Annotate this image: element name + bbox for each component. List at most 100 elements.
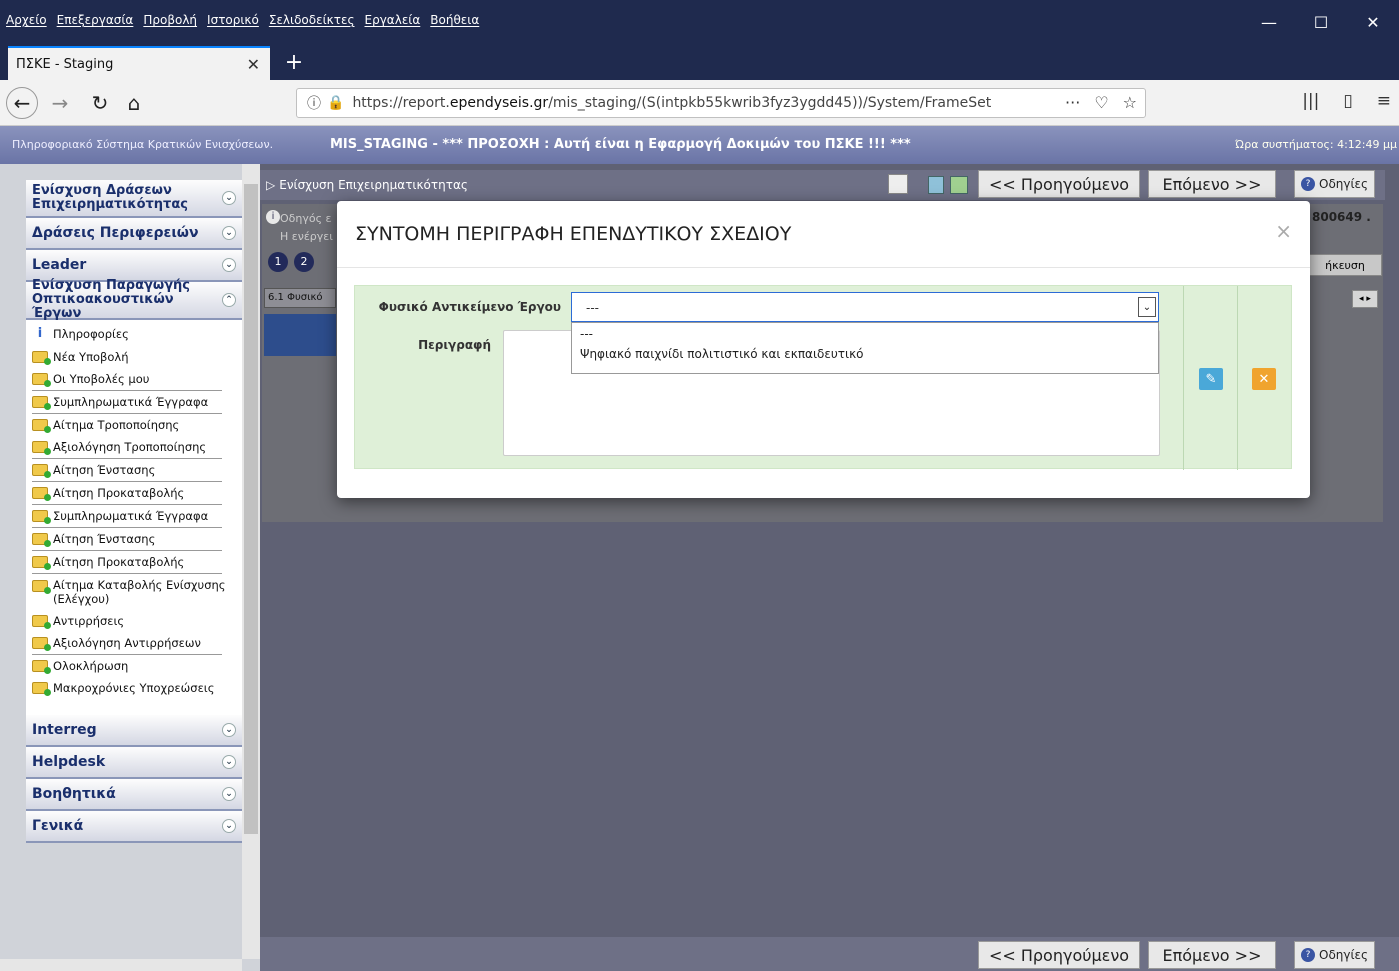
menu-view[interactable]: Προβολή (143, 13, 197, 27)
menu-edit[interactable]: Επεξεργασία (57, 13, 134, 27)
sidebar-item-advance-2[interactable]: Αίτηση Προκαταβολής (26, 551, 242, 573)
prev-button-bottom[interactable]: << Προηγούμενο (978, 941, 1140, 969)
reload-icon[interactable]: ↻ (84, 87, 116, 119)
sidebar-item-payment-request[interactable]: Αίτημα Καταβολής Ενίσχυσης (Ελέγχου) (26, 574, 242, 610)
sidebar-item-modification-request[interactable]: Αίτημα Τροποποίησης (26, 414, 242, 436)
modal-dialog: ΣΥΝΤΟΜΗ ΠΕΡΙΓΡΑΦΗ ΕΠΕΝΔΥΤΙΚΟΥ ΣΧΕΔΙΟΥ × … (337, 201, 1310, 498)
url-bar[interactable]: ⓘ 🔒 https://report. ependyseis.gr/mis_sta… (296, 88, 1146, 118)
sidebar-section-epixeirimatikotita[interactable]: Ενίσχυση Δράσεων Επιχειρηματικότητας ⌄ (26, 180, 242, 218)
cancel-icon[interactable]: ✕ (1252, 368, 1276, 390)
home-icon[interactable]: ⌂ (118, 87, 150, 119)
sidebar-section-interreg[interactable]: Interreg ⌄ (26, 715, 242, 747)
menu-tools[interactable]: Εργαλεία (365, 13, 421, 27)
info-icon[interactable]: ⓘ (307, 93, 321, 113)
folder-icon (32, 487, 51, 501)
folder-icon (32, 419, 51, 433)
sidebar-horizontal-scrollbar[interactable] (0, 959, 242, 971)
sidebar-item-modification-evaluation[interactable]: Αξιολόγηση Τροποποίησης (26, 436, 242, 458)
sidebar-divider (26, 504, 242, 505)
menu-icon[interactable]: ≡ (1377, 91, 1391, 111)
folder-icon (32, 580, 51, 594)
modal-title: ΣΥΝΤΟΜΗ ΠΕΡΙΓΡΑΦΗ ΕΠΕΝΔΥΤΙΚΟΥ ΣΧΕΔΙΟΥ (355, 223, 792, 245)
more-actions-icon[interactable]: ··· (1065, 93, 1080, 112)
step-1-icon[interactable]: 1 (268, 252, 288, 272)
section-tab-fragment-label: 6.1 Φυσικό (268, 292, 323, 303)
menu-history[interactable]: Ιστορικό (207, 13, 259, 27)
sidebar-item-long-term-obligations[interactable]: Μακροχρόνιες Υποχρεώσεις (26, 677, 242, 699)
image-icon[interactable] (950, 176, 968, 194)
chevron-down-icon[interactable]: ⌄ (222, 755, 236, 769)
sidebar-item-my-submissions[interactable]: Οι Υποβολές μου (26, 368, 242, 390)
object-select[interactable]: --- ⌄ (571, 292, 1159, 322)
help-icon: ? (1301, 177, 1315, 191)
active-text-fragment: Η ενέργει (280, 230, 333, 243)
chevron-down-icon[interactable]: ⌄ (222, 226, 236, 240)
maximize-icon[interactable]: ☐ (1295, 8, 1347, 36)
folder-icon (32, 556, 51, 570)
modal-close-icon[interactable]: × (1275, 219, 1292, 243)
sidebar-item-supplementary-docs[interactable]: Συμπληρωματικά Έγγραφα (26, 391, 242, 413)
sidebar-item-objections-evaluation[interactable]: Αξιολόγηση Αντιρρήσεων (26, 632, 242, 654)
sidebar-divider (26, 550, 242, 551)
chevron-down-icon[interactable]: ⌄ (222, 787, 236, 801)
sidebar-item-objections[interactable]: Αντιρρήσεις (26, 610, 242, 632)
sidebar-scroll-thumb[interactable] (244, 184, 258, 834)
bookmark-star-icon[interactable]: ☆ (1123, 93, 1137, 112)
chevron-down-icon[interactable]: ⌄ (222, 819, 236, 833)
sidebar-section-optikoakoustika[interactable]: Ενίσχυση Παραγωγής Οπτικοακουστικών Έργω… (26, 279, 242, 321)
new-tab-icon[interactable]: + (280, 46, 308, 78)
sidebar-item-objection-2[interactable]: Αίτηση Ένστασης (26, 528, 242, 550)
save-button-bg[interactable]: ήκευση (1308, 254, 1382, 276)
sidebar-divider (26, 481, 242, 482)
menu-file[interactable]: Αρχείο (6, 13, 47, 27)
edit-icon[interactable] (888, 174, 908, 194)
help-button-bottom[interactable]: ? Οδηγίες (1294, 941, 1376, 969)
chevron-down-icon[interactable]: ⌄ (1138, 297, 1156, 317)
sidebar-divider (26, 458, 242, 459)
modal-divider (337, 267, 1310, 268)
select-option[interactable]: Ψηφιακό παιχνίδι πολιτιστικό και εκπαιδε… (572, 343, 1158, 363)
sidebar-item-completion[interactable]: Ολοκλήρωση (26, 655, 242, 677)
sidebar-section-perifereies[interactable]: Δράσεις Περιφερειών ⌄ (26, 218, 242, 250)
breadcrumb: Ενίσχυση Επιχειρηματικότητας (279, 178, 468, 192)
step-2-icon[interactable]: 2 (294, 252, 314, 272)
menu-help[interactable]: Βοήθεια (430, 13, 479, 27)
next-button-bottom[interactable]: Επόμενο >> (1148, 941, 1276, 969)
menu-bookmarks[interactable]: Σελιδοδείκτες (269, 13, 355, 27)
next-button-top[interactable]: Επόμενο >> (1148, 170, 1276, 198)
library-icon[interactable]: ||| (1302, 91, 1319, 111)
sidebar-section-voithitika[interactable]: Βοηθητικά ⌄ (26, 779, 242, 811)
tab-title: ΠΣΚΕ - Staging (16, 56, 114, 72)
sidebar-item-info[interactable]: i Πληροφορίες (26, 322, 242, 346)
modal-form: Φυσικό Αντικείμενο Έργου --- ⌄ --- Ψηφια… (354, 285, 1292, 470)
prev-button-top[interactable]: << Προηγούμενο (978, 170, 1140, 198)
minimize-icon[interactable]: — (1243, 8, 1295, 36)
back-icon[interactable]: ← (6, 87, 38, 119)
folder-icon (32, 396, 51, 410)
sidebar-section-genika[interactable]: Γενικά ⌄ (26, 811, 242, 843)
browser-tab[interactable]: ΠΣΚΕ - Staging ✕ (8, 46, 270, 80)
sidebar-item-advance[interactable]: Αίτηση Προκαταβολής (26, 482, 242, 504)
save-icon[interactable]: ✎ (1199, 368, 1223, 390)
tab-close-icon[interactable]: ✕ (247, 55, 260, 74)
close-window-icon[interactable]: ✕ (1347, 8, 1399, 36)
chevron-down-icon[interactable]: ⌄ (222, 258, 236, 272)
url-prefix: https://report. (352, 95, 450, 111)
sidebar-section-helpdesk[interactable]: Helpdesk ⌄ (26, 747, 242, 779)
chevron-down-icon[interactable]: ⌄ (222, 723, 236, 737)
sidebar-item-new-submission[interactable]: Νέα Υποβολή (26, 346, 242, 368)
scroll-arrows[interactable]: ◂ ▸ (1352, 290, 1378, 308)
select-option[interactable]: --- (572, 323, 1158, 343)
help-button-top[interactable]: ? Οδηγίες (1294, 170, 1376, 198)
sidebar-icon[interactable]: ▯ (1343, 91, 1352, 111)
field-label-description: Περιγραφή (418, 338, 491, 352)
help-icon: ? (1301, 948, 1315, 962)
pocket-icon[interactable]: ♡ (1094, 93, 1108, 112)
folder-icon (32, 533, 51, 547)
print-icon[interactable] (928, 176, 944, 194)
chevron-down-icon[interactable]: ⌄ (222, 191, 236, 205)
forward-icon[interactable]: → (44, 87, 76, 119)
sidebar-item-objection[interactable]: Αίτηση Ένστασης (26, 459, 242, 481)
sidebar-item-supplementary-docs-2[interactable]: Συμπληρωματικά Έγγραφα (26, 505, 242, 527)
chevron-up-icon[interactable]: ⌃ (222, 293, 236, 307)
